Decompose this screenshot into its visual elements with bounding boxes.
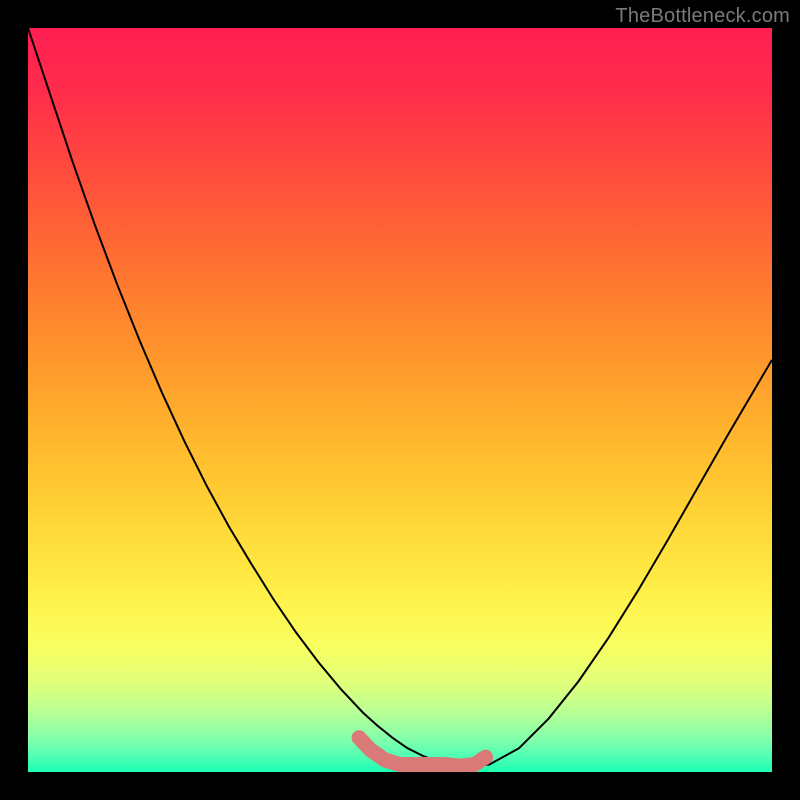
plot-svg <box>28 28 772 772</box>
plot-background <box>28 28 772 772</box>
chart-frame: TheBottleneck.com <box>0 0 800 800</box>
watermark-text: TheBottleneck.com <box>615 5 790 28</box>
